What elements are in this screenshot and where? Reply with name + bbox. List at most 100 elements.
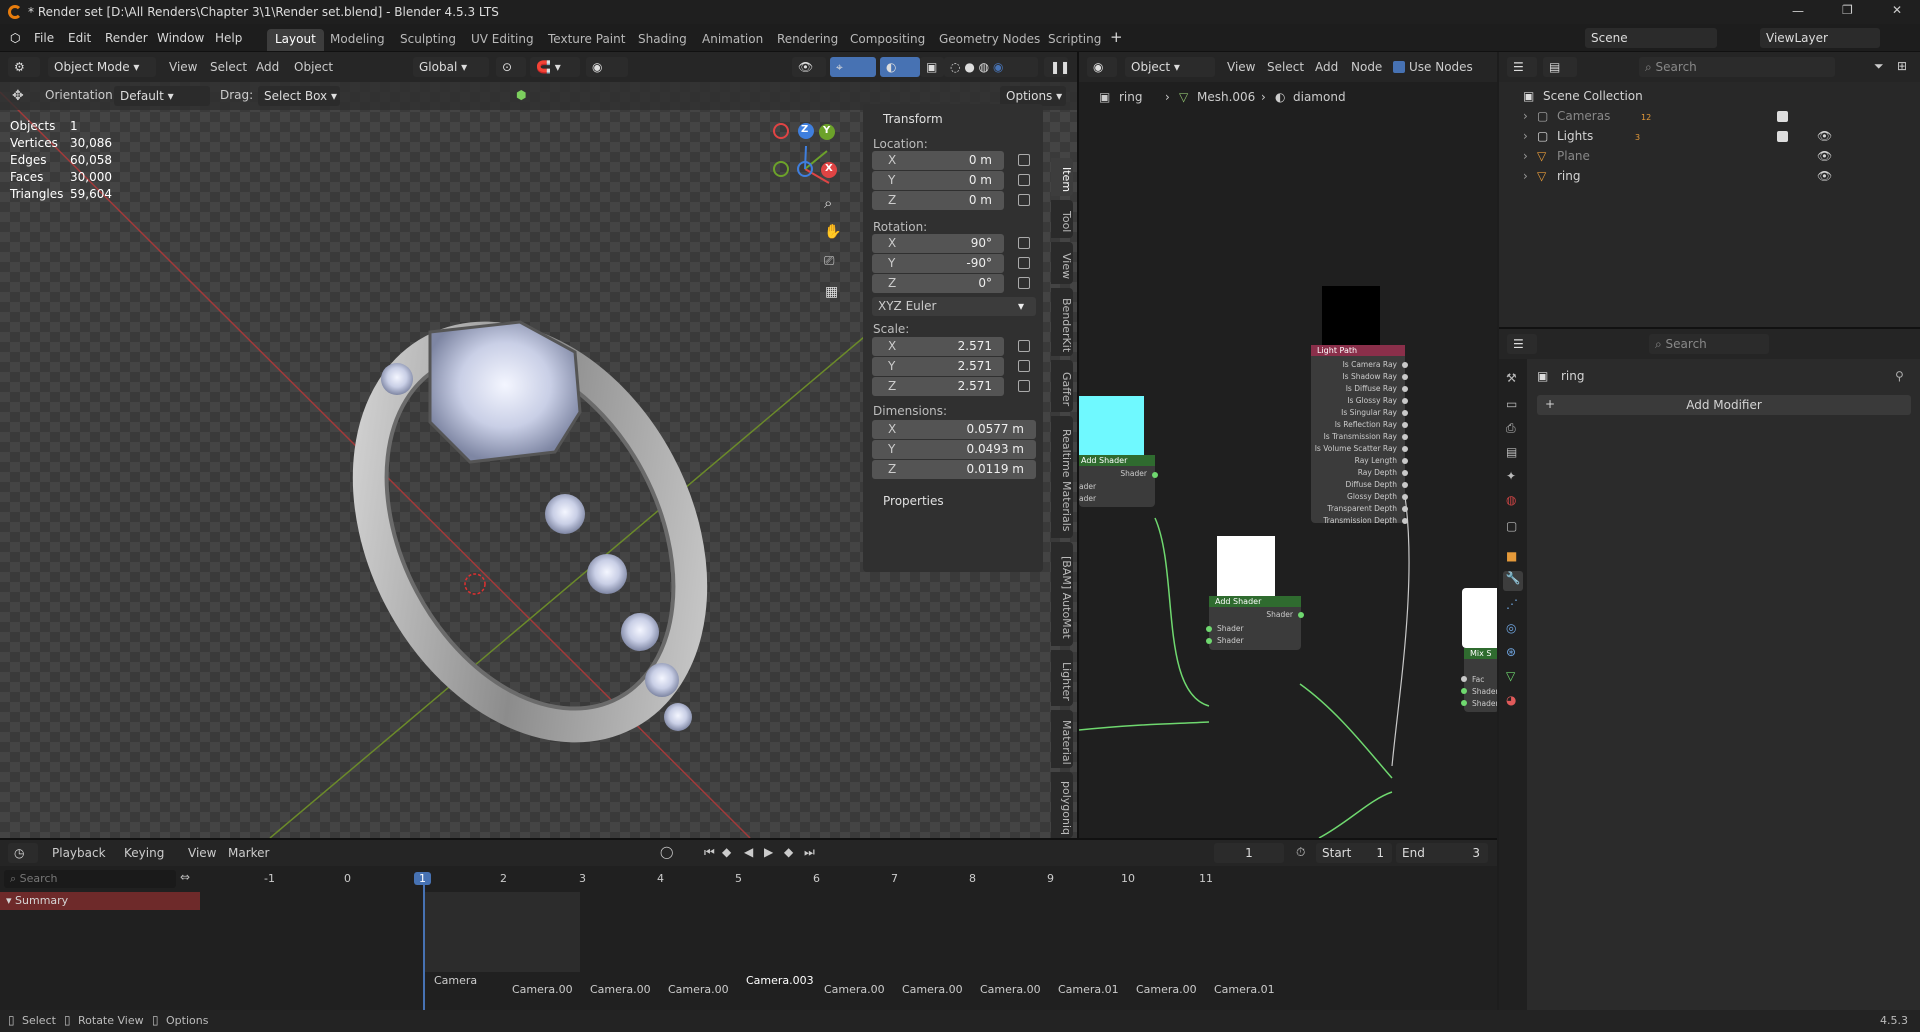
marker-camera-6[interactable]: Camera.00 [824,983,885,996]
lock-location-y-icon[interactable] [1018,174,1030,186]
light-path-output-socket[interactable] [1402,458,1408,464]
scale-y-field[interactable]: Y 2.571 [872,357,1004,376]
outliner-item-ring[interactable]: › ▽ ring 👁 [1499,166,1920,186]
minimize-icon[interactable]: — [1792,4,1804,18]
marker-camera-10[interactable]: Camera.00 [1136,983,1197,996]
xray-button[interactable]: ▣ [920,57,944,77]
light-path-output-socket[interactable] [1402,362,1408,368]
rotation-y-field[interactable]: Y -90° [872,254,1004,273]
include-checkbox[interactable] [1777,111,1788,122]
marker-camera-2[interactable]: Camera.00 [512,983,573,996]
sidebar-tab-realtime-materials[interactable]: Realtime Materials [1051,416,1073,538]
collection-tab-icon[interactable]: ▢ [1506,519,1517,533]
add-shader-node-1[interactable]: Add Shader Shader ader ader [1079,455,1155,507]
visibility-eye-icon[interactable]: 👁 [1817,129,1832,143]
outliner-search-field[interactable]: ⌕ Search [1639,57,1835,77]
world-tab-icon[interactable]: ◍ [1506,493,1516,507]
add-shader-node-2[interactable]: Add Shader Shader Shader Shader [1209,596,1301,650]
outliner-scene-collection[interactable]: ▣ Scene Collection [1499,86,1920,106]
include-checkbox[interactable] [1777,131,1788,142]
rendered-shading-icon[interactable]: ◉ [993,60,1003,74]
light-path-output-socket[interactable] [1402,494,1408,500]
particles-tab-icon[interactable]: ⋰ [1506,597,1518,611]
tab-uv-editing[interactable]: UV Editing [463,29,542,51]
mix-shader-a-socket[interactable] [1461,688,1467,694]
active-tool-icon[interactable]: ⬢ [516,88,526,102]
gizmo-toggle-button[interactable]: ⌖ [830,57,876,77]
sidebar-tab-benderkit[interactable]: BenderKit [1051,288,1073,356]
expand-arrow-icon[interactable]: › [1523,109,1528,123]
menu-render[interactable]: Render [105,31,148,45]
viewport-menu-object[interactable]: Object [294,60,333,74]
sidebar-tab-automat[interactable]: [BAM] AutoMat [1051,542,1073,646]
tab-compositing[interactable]: Compositing [842,29,933,51]
lock-rotation-z-icon[interactable] [1018,277,1030,289]
visibility-button[interactable]: 👁 [792,57,826,77]
tab-animation[interactable]: Animation [694,29,771,51]
light-path-output-socket[interactable] [1402,482,1408,488]
scene-selector[interactable]: Scene [1585,28,1717,48]
blender-menu-icon[interactable]: ⬡ [10,31,20,45]
close-icon[interactable]: ✕ [1892,3,1902,17]
outliner-item-plane[interactable]: › ▽ Plane 👁 [1499,146,1920,166]
light-path-output-socket[interactable] [1402,374,1408,380]
menu-window[interactable]: Window [157,31,204,45]
view-layer-tab-icon[interactable]: ▤ [1506,445,1517,459]
orientation-dropdown[interactable]: Default ▾ [114,86,210,106]
new-collection-icon[interactable]: ⊞ [1897,59,1907,73]
viewport-menu-view[interactable]: View [169,60,197,74]
constraints-tab-icon[interactable]: ⊛ [1506,645,1516,659]
tab-scripting[interactable]: Scripting [1040,29,1109,51]
overlay-toggle-button[interactable]: ◐ [880,57,920,77]
output-tab-icon[interactable]: ⎙ [1506,421,1516,436]
marker-camera-9[interactable]: Camera.01 [1058,983,1119,996]
tab-sculpting[interactable]: Sculpting [392,29,464,51]
drag-dropdown[interactable]: Select Box ▾ [258,86,340,106]
sidebar-tab-item[interactable]: Item [1051,158,1073,196]
lock-rotation-y-icon[interactable] [1018,257,1030,269]
tab-layout[interactable]: Layout [267,29,324,51]
scale-z-field[interactable]: Z 2.571 [872,377,1004,396]
expand-arrow-icon[interactable]: › [1523,149,1528,163]
expand-arrow-icon[interactable]: › [1523,169,1528,183]
add-shader-2-input-a-socket[interactable] [1206,626,1212,632]
wireframe-shading-icon[interactable]: ◌ [950,60,960,74]
shader-node-editor[interactable]: ◉ Object ▾ View Select Add Node Use Node… [1077,52,1497,838]
marker-camera-3[interactable]: Camera.00 [590,983,651,996]
light-path-output-socket[interactable] [1402,434,1408,440]
sidebar-tab-polygoniq[interactable]: polygoniq [1051,772,1073,838]
tab-geometry-nodes[interactable]: Geometry Nodes [931,29,1048,51]
proportional-edit-button[interactable]: ◉ [586,57,628,77]
light-path-output-socket[interactable] [1402,446,1408,452]
marker-camera-8[interactable]: Camera.00 [980,983,1041,996]
outliner-item-cameras[interactable]: › ▢ Cameras 12 [1499,106,1920,126]
tab-rendering[interactable]: Rendering [769,29,846,51]
material-tab-icon[interactable]: ◕ [1506,693,1516,707]
mix-shader-b-socket[interactable] [1461,700,1467,706]
physics-tab-icon[interactable]: ◎ [1506,621,1516,635]
light-path-output-socket[interactable] [1402,470,1408,476]
visibility-eye-icon[interactable]: 👁 [1817,149,1832,163]
add-shader-1-output-socket[interactable] [1152,472,1158,478]
rotation-mode-dropdown[interactable]: XYZ Euler ▾ [872,297,1036,316]
light-path-output-socket[interactable] [1402,518,1408,524]
marker-camera-1[interactable]: Camera [434,974,477,987]
material-shading-icon[interactable]: ◍ [979,60,989,74]
lock-location-z-icon[interactable] [1018,194,1030,206]
sidebar-tab-material[interactable]: Material [1051,710,1073,768]
filter-icon[interactable]: ⏷ [1874,59,1884,74]
options-dropdown[interactable]: Options ▾ [1000,86,1066,106]
tool-tab-icon[interactable]: ⚒ [1506,371,1517,385]
modifier-tab-icon[interactable]: 🔧 [1503,571,1523,591]
ortho-grid-icon[interactable]: ▦ [825,284,838,300]
tab-texture-paint[interactable]: Texture Paint [540,29,633,51]
marker-camera-5[interactable]: Camera.003 [746,974,814,987]
view-layer-selector[interactable]: ViewLayer [1760,28,1880,48]
outliner-editor-type-button[interactable]: ☰ [1507,57,1537,77]
move-tool-icon[interactable]: ✥ [12,88,24,104]
lock-rotation-x-icon[interactable] [1018,237,1030,249]
menu-file[interactable]: File [34,31,54,45]
mix-shader-node[interactable]: Mix S Fac Shader Shader [1464,648,1497,712]
visibility-eye-icon[interactable]: 👁 [1817,169,1832,183]
transform-orientation-dropdown[interactable]: Global ▾ [413,57,489,77]
